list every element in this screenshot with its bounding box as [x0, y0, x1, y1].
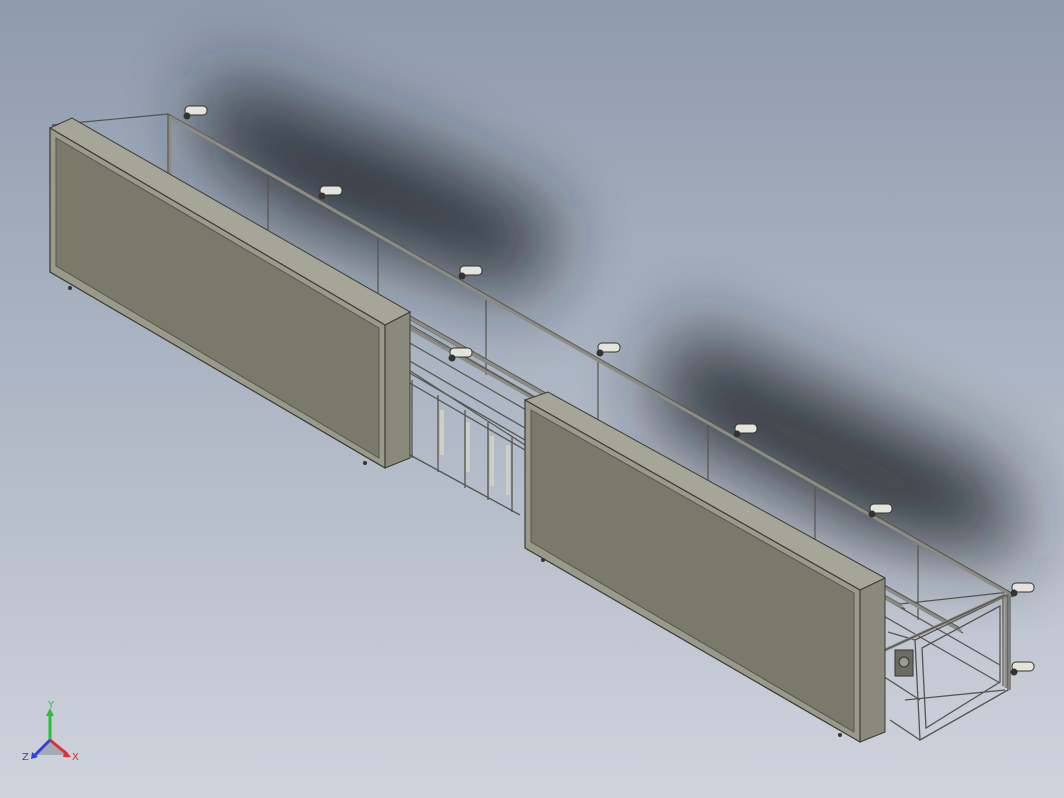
triad-x-label: X [72, 752, 79, 763]
orientation-triad[interactable]: Y X Z [18, 700, 88, 770]
cad-viewport[interactable]: Y X Z [0, 0, 1064, 798]
model-scene[interactable] [0, 0, 1064, 798]
triad-y-label: Y [47, 700, 55, 711]
triad-z-label: Z [22, 752, 29, 763]
left-panel-side [384, 311, 411, 469]
drive-motor [894, 649, 914, 677]
right-panel-side [859, 577, 886, 743]
